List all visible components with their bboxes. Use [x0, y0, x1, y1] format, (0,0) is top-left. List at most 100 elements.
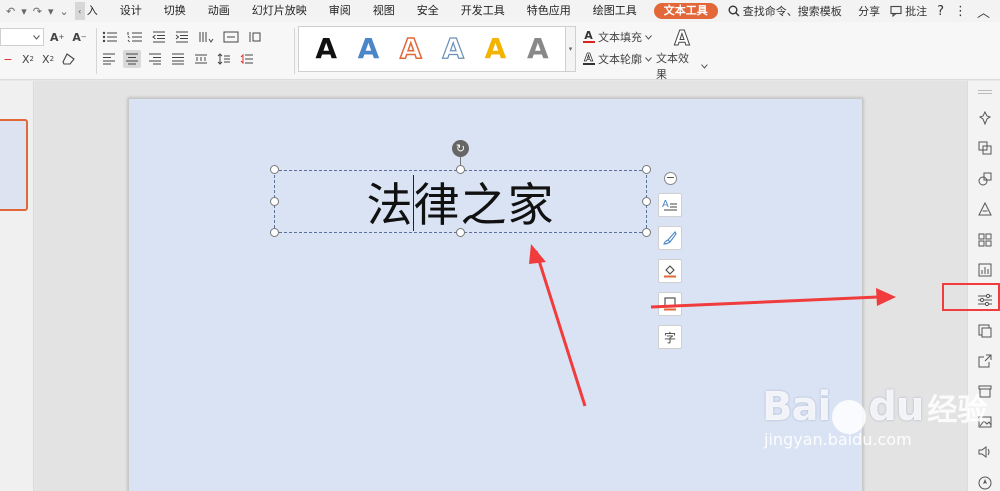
tab-view[interactable]: 视图: [362, 0, 406, 22]
paragraph-spacing-icon[interactable]: [238, 50, 256, 68]
undo-icon[interactable]: ↶: [6, 5, 15, 18]
search-label: 查找命令、搜索模板: [742, 5, 842, 18]
redo-dropdown-icon[interactable]: ▾: [48, 5, 54, 18]
tab-drawing-tools[interactable]: 绘图工具: [582, 0, 648, 22]
customize-toolbar-icon[interactable]: ⌄: [60, 5, 69, 18]
ribbon-tabs: 入 设计 切换 动画 幻灯片放映 审阅 视图 安全 开发工具 特色应用 绘图工具…: [85, 0, 724, 22]
font-group: A + A − − X2 X2: [0, 26, 89, 70]
comment-icon: [890, 5, 902, 17]
more-icon[interactable]: ⋮: [954, 4, 967, 19]
justify-icon[interactable]: [169, 50, 187, 68]
font-settings-button[interactable]: 字: [658, 325, 682, 349]
chevron-down-icon[interactable]: [645, 56, 652, 62]
search-icon: [728, 5, 740, 17]
increase-indent-icon[interactable]: [173, 28, 191, 46]
tab-transitions[interactable]: 切换: [153, 0, 197, 22]
align-left-icon[interactable]: [100, 50, 118, 68]
resize-handle-right[interactable]: [642, 197, 651, 206]
comment-label: 批注: [905, 5, 928, 18]
text-style-icon: A: [662, 199, 677, 211]
wordart-style-gallery: A A A A A A: [298, 26, 566, 72]
chevron-down-icon[interactable]: [645, 34, 652, 40]
duplicate-icon[interactable]: [968, 135, 1000, 161]
collapse-ribbon-icon[interactable]: ︿: [977, 2, 990, 21]
font-color-icon[interactable]: −: [0, 50, 16, 68]
text-fill-icon[interactable]: A: [582, 30, 595, 43]
resize-handle-top[interactable]: [456, 165, 465, 174]
grid-icon[interactable]: [968, 227, 1000, 253]
navigation-icon[interactable]: [968, 470, 1000, 491]
tab-text-tools[interactable]: 文本工具: [653, 3, 718, 19]
image-gallery-icon[interactable]: [968, 318, 1000, 344]
slide-thumbnail-pane: [0, 81, 34, 491]
selected-textbox[interactable]: 法律之家: [274, 170, 647, 233]
tab-insert[interactable]: 入: [85, 0, 109, 22]
text-fill-pane-icon[interactable]: [968, 196, 1000, 222]
resize-handle-bottom-left[interactable]: [270, 228, 279, 237]
wordart-style-orange-outline[interactable]: A: [399, 34, 422, 64]
help-icon[interactable]: ?: [937, 4, 944, 19]
command-search[interactable]: 查找命令、搜索模板: [728, 3, 842, 19]
columns-icon[interactable]: [246, 28, 264, 46]
gallery-more-button[interactable]: ▾: [566, 26, 576, 72]
text-fill-label[interactable]: 文本填充: [598, 29, 642, 45]
shape-fill-button[interactable]: [658, 259, 682, 283]
undo-dropdown-icon[interactable]: ▾: [21, 5, 27, 18]
resize-handle-top-left[interactable]: [270, 165, 279, 174]
tab-developer[interactable]: 开发工具: [450, 0, 516, 22]
fill-bucket-icon: [664, 265, 676, 278]
wordart-style-gray[interactable]: A: [527, 35, 549, 63]
font-size-dropdown[interactable]: [0, 28, 44, 46]
wordart-style-blue[interactable]: A: [358, 35, 380, 63]
shrink-font-icon[interactable]: A −: [70, 28, 88, 46]
distribute-icon[interactable]: [192, 50, 210, 68]
line-spacing-icon[interactable]: [215, 50, 233, 68]
align-text-icon[interactable]: [221, 28, 241, 46]
baidu-watermark: Bai du 经验 jingyan.baidu.com: [762, 384, 987, 449]
resize-handle-top-right[interactable]: [642, 165, 651, 174]
chart-icon[interactable]: [968, 257, 1000, 283]
tab-special-apps[interactable]: 特色应用: [516, 0, 582, 22]
wordart-style-blue-outline[interactable]: A: [442, 34, 465, 63]
align-right-icon[interactable]: [146, 50, 164, 68]
resize-handle-left[interactable]: [270, 197, 279, 206]
slide-thumbnail[interactable]: [0, 119, 28, 211]
wordart-style-black[interactable]: A: [315, 35, 337, 63]
collapse-tools-button[interactable]: −: [664, 172, 677, 185]
textbox-content[interactable]: 法律之家: [275, 171, 646, 232]
subscript-icon[interactable]: X2: [40, 50, 56, 68]
text-style-button[interactable]: A: [658, 193, 682, 217]
resize-handle-bottom[interactable]: [456, 228, 465, 237]
quick-access-toolbar: ↶ ▾ ↷ ▾ ⌄: [0, 5, 69, 18]
bullet-list-icon[interactable]: [100, 28, 120, 46]
slide[interactable]: [128, 98, 863, 491]
text-direction-icon[interactable]: [196, 28, 216, 46]
resize-handle-bottom-right[interactable]: [642, 228, 651, 237]
tab-security[interactable]: 安全: [406, 0, 450, 22]
tab-review[interactable]: 审阅: [318, 0, 362, 22]
numbered-list-icon[interactable]: [125, 28, 145, 46]
tab-design[interactable]: 设计: [109, 0, 153, 22]
text-effect-group[interactable]: A 文本效果: [656, 26, 708, 82]
redo-icon[interactable]: ↷: [33, 5, 42, 18]
tab-slideshow[interactable]: 幻灯片放映: [241, 0, 318, 22]
shapes-icon[interactable]: [968, 166, 1000, 192]
superscript-icon[interactable]: X2: [20, 50, 36, 68]
shape-outline-button[interactable]: [658, 292, 682, 316]
rotate-handle-icon[interactable]: ↻: [452, 140, 469, 157]
wordart-style-yellow[interactable]: A: [485, 35, 507, 63]
text-outline-label[interactable]: 文本轮廓: [598, 51, 642, 67]
tab-animations[interactable]: 动画: [197, 0, 241, 22]
align-center-icon[interactable]: [123, 50, 141, 68]
clear-format-icon[interactable]: [60, 50, 78, 68]
text-outline-icon[interactable]: A: [582, 52, 595, 65]
shape-style-button[interactable]: [658, 226, 682, 250]
share-out-icon[interactable]: [968, 348, 1000, 374]
tabs-scroll-left-button[interactable]: ‹: [74, 2, 85, 20]
grow-font-icon[interactable]: A +: [48, 28, 66, 46]
pin-icon[interactable]: [968, 105, 1000, 131]
decrease-indent-icon[interactable]: [150, 28, 168, 46]
speaker-icon[interactable]: [968, 439, 1000, 465]
comment-button[interactable]: 批注: [890, 3, 927, 19]
share-button[interactable]: 分享: [858, 3, 880, 19]
